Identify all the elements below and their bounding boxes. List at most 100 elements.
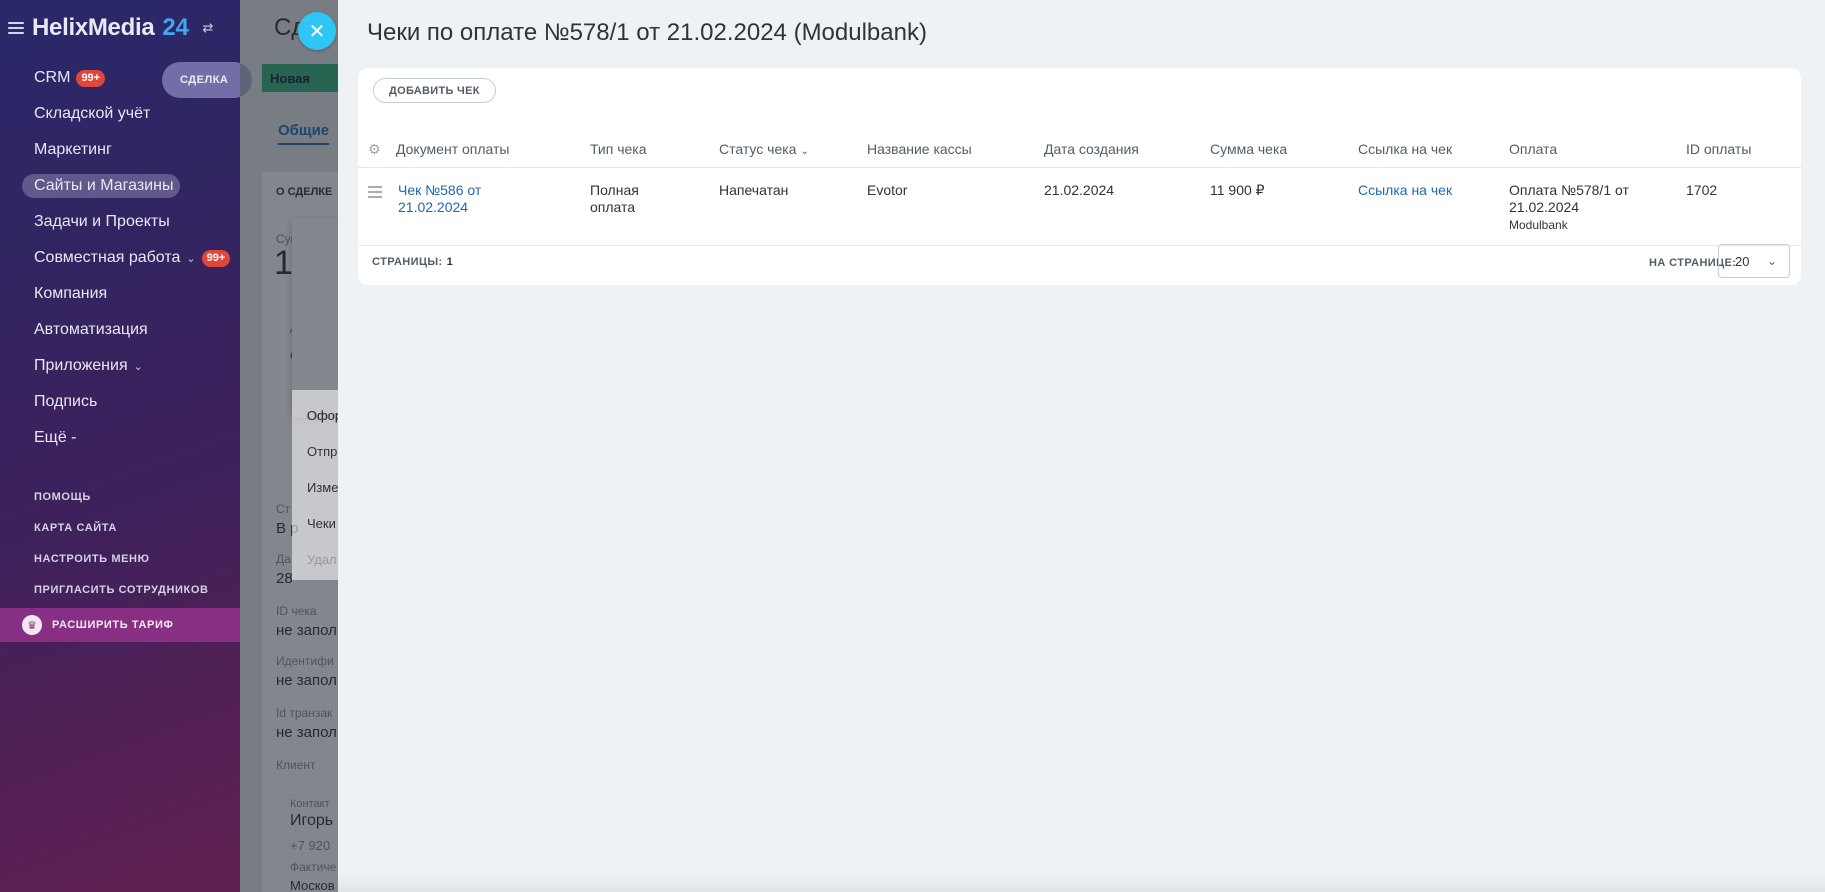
slider-title: Чеки по оплате №578/1 от 21.02.2024 (Mod…: [367, 19, 927, 46]
column-header[interactable]: Документ оплаты: [396, 130, 509, 168]
payment-cell: Оплата №578/1 от 21.02.2024 Modulbank: [1509, 182, 1629, 234]
notification-badge: 99+: [76, 69, 106, 87]
field-label: Ст: [276, 502, 291, 516]
sidebar-item-sites[interactable]: Сайты и Магазины: [22, 174, 180, 198]
tab-general[interactable]: Общие: [278, 122, 330, 145]
sidebar-item-label: Складской учёт: [34, 105, 151, 122]
notification-badge: 99+: [201, 249, 231, 267]
sidebar-item-label: Ещё -: [34, 429, 77, 446]
sidebar-item-apps[interactable]: Приложения ⌄: [22, 348, 237, 384]
doc-label: Докуме: [290, 320, 332, 334]
sidebar-item-label: Компания: [34, 285, 108, 302]
fact-label: Фактиче: [290, 860, 337, 874]
actions-chip[interactable]: действ: [298, 370, 333, 382]
stage-new[interactable]: Новая: [262, 64, 340, 92]
close-slider-button[interactable]: ✕: [298, 12, 336, 50]
payment-link[interactable]: Оплата: [290, 348, 335, 363]
configure-menu-link[interactable]: НАСТРОИТЬ МЕНЮ: [34, 548, 209, 579]
brand-name: HelixMedia: [32, 14, 155, 41]
document-cell: Чек №586 от 21.02.2024: [398, 182, 481, 216]
column-header[interactable]: Оплата: [1509, 130, 1557, 168]
payment-line: 21.02.2024: [1509, 199, 1580, 215]
pages-label: СТРАНИЦЫ:: [372, 256, 443, 268]
invite-employees-link[interactable]: ПРИГЛАСИТЬ СОТРУДНИКОВ: [34, 579, 209, 610]
client-label: Клиент: [276, 758, 316, 772]
payment-actions-popup: Офор: [292, 218, 340, 423]
add-receipt-button[interactable]: ДОБАВИТЬ ЧЕК: [373, 78, 496, 103]
sidebar-item-label: CRM: [34, 69, 71, 86]
column-header-label: Статус чека: [719, 141, 797, 157]
field-value: 28: [276, 570, 293, 587]
brand-number: 24: [162, 14, 189, 41]
field-label: Id транзак: [276, 706, 333, 720]
row-menu-icon[interactable]: [368, 186, 382, 201]
menu-burger-icon[interactable]: [8, 22, 24, 34]
table-row: Чек №586 от 21.02.2024 Полная оплата Напеч…: [358, 168, 1801, 246]
sitemap-link[interactable]: КАРТА САЙТА: [34, 517, 209, 548]
payment-id-cell: 1702: [1686, 182, 1718, 198]
contact-name[interactable]: Игорь: [290, 812, 333, 830]
sidebar-item-collaboration[interactable]: Совместная работа ⌄ 99+: [22, 240, 237, 276]
type-line: Полная: [590, 182, 639, 198]
status-cell: Напечатан: [719, 182, 789, 198]
popup-item[interactable]: Отпр: [307, 444, 337, 459]
receipts-slider: Чеки по оплате №578/1 от 21.02.2024 (Mod…: [338, 0, 1825, 892]
column-header[interactable]: Ссылка на чек: [1358, 130, 1452, 168]
gear-icon[interactable]: ⚙: [368, 142, 382, 156]
sidebar-item-automation[interactable]: Автоматизация: [22, 312, 237, 348]
column-header-sorted[interactable]: Статус чека ⌄: [719, 130, 809, 168]
amount-cell: 11 900 ₽: [1210, 182, 1265, 198]
receipt-link-cell: Ссылка на чек: [1358, 182, 1452, 199]
chevron-down-icon: ⌄: [800, 146, 809, 157]
per-page-select[interactable]: 20 ⌄: [1718, 244, 1790, 278]
column-header[interactable]: Дата создания: [1044, 130, 1139, 168]
close-icon: ✕: [308, 20, 326, 43]
contact-label: Контакт: [290, 798, 330, 810]
column-header[interactable]: Тип чека: [590, 130, 647, 168]
sidebar-item-label: Совместная работа: [34, 249, 181, 266]
popup-item[interactable]: Изме: [307, 480, 338, 495]
amount-value: 11 9: [274, 244, 338, 282]
table-header: ⚙ Документ оплаты Тип чека Статус чека ⌄ …: [358, 130, 1801, 168]
column-header[interactable]: ID оплаты: [1686, 130, 1751, 168]
popup-item[interactable]: Чеки: [307, 516, 336, 531]
receipt-url-link[interactable]: Ссылка на чек: [1358, 182, 1452, 198]
receipts-grid: ДОБАВИТЬ ЧЕК ⚙ Документ оплаты Тип чека …: [358, 68, 1801, 285]
sidebar-item-marketing[interactable]: Маркетинг: [22, 132, 237, 168]
city-value: Москов: [290, 878, 335, 892]
column-header[interactable]: Сумма чека: [1210, 130, 1287, 168]
sidebar-item-warehouse[interactable]: Складской учёт: [22, 96, 237, 132]
popup-item[interactable]: Удал: [307, 552, 337, 567]
receipt-document-link[interactable]: Чек №586 от 21.02.2024: [398, 182, 481, 215]
created-cell: 21.02.2024: [1044, 182, 1115, 198]
brand-logo[interactable]: HelixMedia 24: [32, 14, 189, 42]
type-line: оплата: [590, 199, 636, 215]
popup-menu-fragment: Офор Отпр Изме Чеки Удал: [292, 390, 342, 580]
swap-icon[interactable]: ⇄: [203, 20, 214, 36]
left-sidebar: HelixMedia 24 ⇄ CRM 99+ Складской учёт Ма…: [0, 0, 240, 892]
field-label: Да: [276, 552, 291, 566]
popup-item[interactable]: Офор: [307, 408, 342, 423]
section-header: О СДЕЛКЕ: [276, 186, 333, 198]
document-line: Чек №586 от: [398, 182, 482, 198]
bottom-shade: [338, 874, 1825, 892]
sidebar-item-tasks[interactable]: Задачи и Проекты: [22, 204, 237, 240]
sidebar-item-more[interactable]: Ещё -: [22, 420, 237, 456]
sidebar-item-sign[interactable]: Подпись: [22, 384, 237, 420]
upgrade-plan-button[interactable]: ♛ РАСШИРИТЬ ТАРИФ: [0, 608, 240, 642]
deal-tab-pill[interactable]: СДЕЛКА: [162, 62, 252, 98]
column-header[interactable]: Название кассы: [867, 130, 972, 168]
payment-line: Modulbank: [1509, 218, 1568, 232]
sidebar-item-company[interactable]: Компания: [22, 276, 237, 312]
payment-line: Оплата №578/1 от: [1509, 182, 1629, 198]
chevron-down-icon: ⌄: [186, 252, 196, 265]
sidebar-item-label: Задачи и Проекты: [34, 213, 170, 230]
help-link[interactable]: ПОМОЩЬ: [34, 486, 209, 517]
sidebar-item-label: Сайты и Магазины: [34, 177, 174, 194]
document-line: 21.02.2024: [398, 199, 469, 215]
pages-value[interactable]: 1: [447, 256, 454, 268]
sidebar-item-label: Автоматизация: [34, 321, 148, 338]
sidebar-item-label: Приложения: [34, 357, 128, 374]
main-menu: CRM 99+ Складской учёт Маркетинг Сайты и…: [22, 60, 237, 456]
field-value: не запол: [276, 622, 337, 639]
